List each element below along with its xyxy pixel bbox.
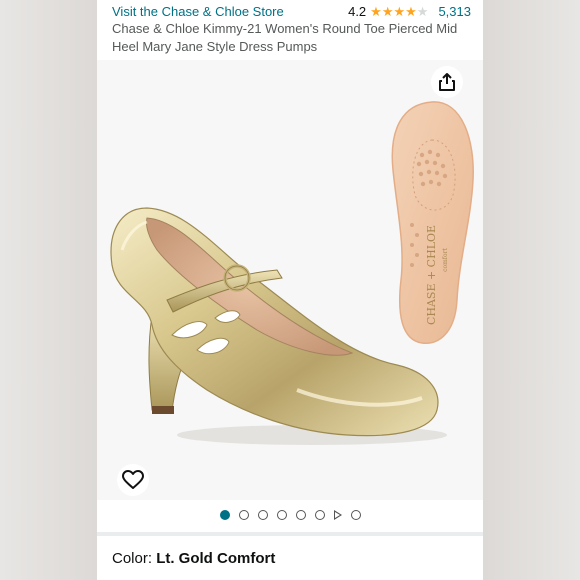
- video-play-icon[interactable]: [333, 510, 342, 520]
- pagination-dot-6[interactable]: [314, 510, 325, 520]
- share-button[interactable]: [431, 66, 463, 98]
- header-row: Visit the Chase & Chloe Store 4.2 ★ ★ ★ …: [112, 2, 471, 20]
- heart-icon: [122, 470, 144, 489]
- product-card: Visit the Chase & Chloe Store 4.2 ★ ★ ★ …: [97, 0, 483, 580]
- product-image: CHASE + CHLOE comfort: [110, 101, 474, 445]
- shoe-image: [110, 207, 447, 445]
- rating-count[interactable]: 5,313: [438, 4, 471, 19]
- share-icon: [439, 73, 455, 91]
- star-icon: ★: [393, 3, 406, 19]
- rating-value: 4.2: [348, 3, 367, 19]
- color-label: Color:: [112, 550, 157, 567]
- star-rating: ★ ★ ★ ★ ★: [370, 5, 428, 18]
- wishlist-button[interactable]: [117, 464, 149, 496]
- background-right: [483, 0, 580, 580]
- star-icon: ★: [370, 3, 382, 19]
- pagination-dot-2[interactable]: [238, 510, 249, 520]
- store-link[interactable]: Visit the Chase & Chloe Store: [112, 4, 284, 19]
- rating[interactable]: 4.2 ★ ★ ★ ★ ★ 5,313: [348, 4, 471, 19]
- pagination-dot-1[interactable]: [219, 510, 230, 520]
- product-title: Chase & Chloe Kimmy-21 Women's Round Toe…: [112, 21, 458, 54]
- gallery-pagination: [97, 508, 483, 522]
- svg-text:comfort: comfort: [442, 248, 449, 272]
- svg-text:CHASE + CHLOE: CHASE + CHLOE: [425, 225, 438, 325]
- insole-image: CHASE + CHLOE comfort: [391, 101, 474, 344]
- pagination-dot-5[interactable]: [295, 510, 306, 520]
- background-left: [0, 0, 97, 580]
- divider: [97, 532, 483, 536]
- pagination-dot-7[interactable]: [350, 510, 361, 520]
- color-value: Lt. Gold Comfort: [156, 550, 276, 567]
- pagination-dot-4[interactable]: [276, 510, 287, 520]
- pagination-dot-3[interactable]: [257, 510, 268, 520]
- star-empty-icon: ★: [416, 3, 429, 19]
- star-icon: ★: [381, 3, 394, 19]
- star-icon: ★: [405, 3, 417, 19]
- product-image-gallery[interactable]: CHASE + CHLOE comfort: [97, 60, 483, 500]
- color-selection: Color: Lt. Gold Comfort: [112, 550, 275, 567]
